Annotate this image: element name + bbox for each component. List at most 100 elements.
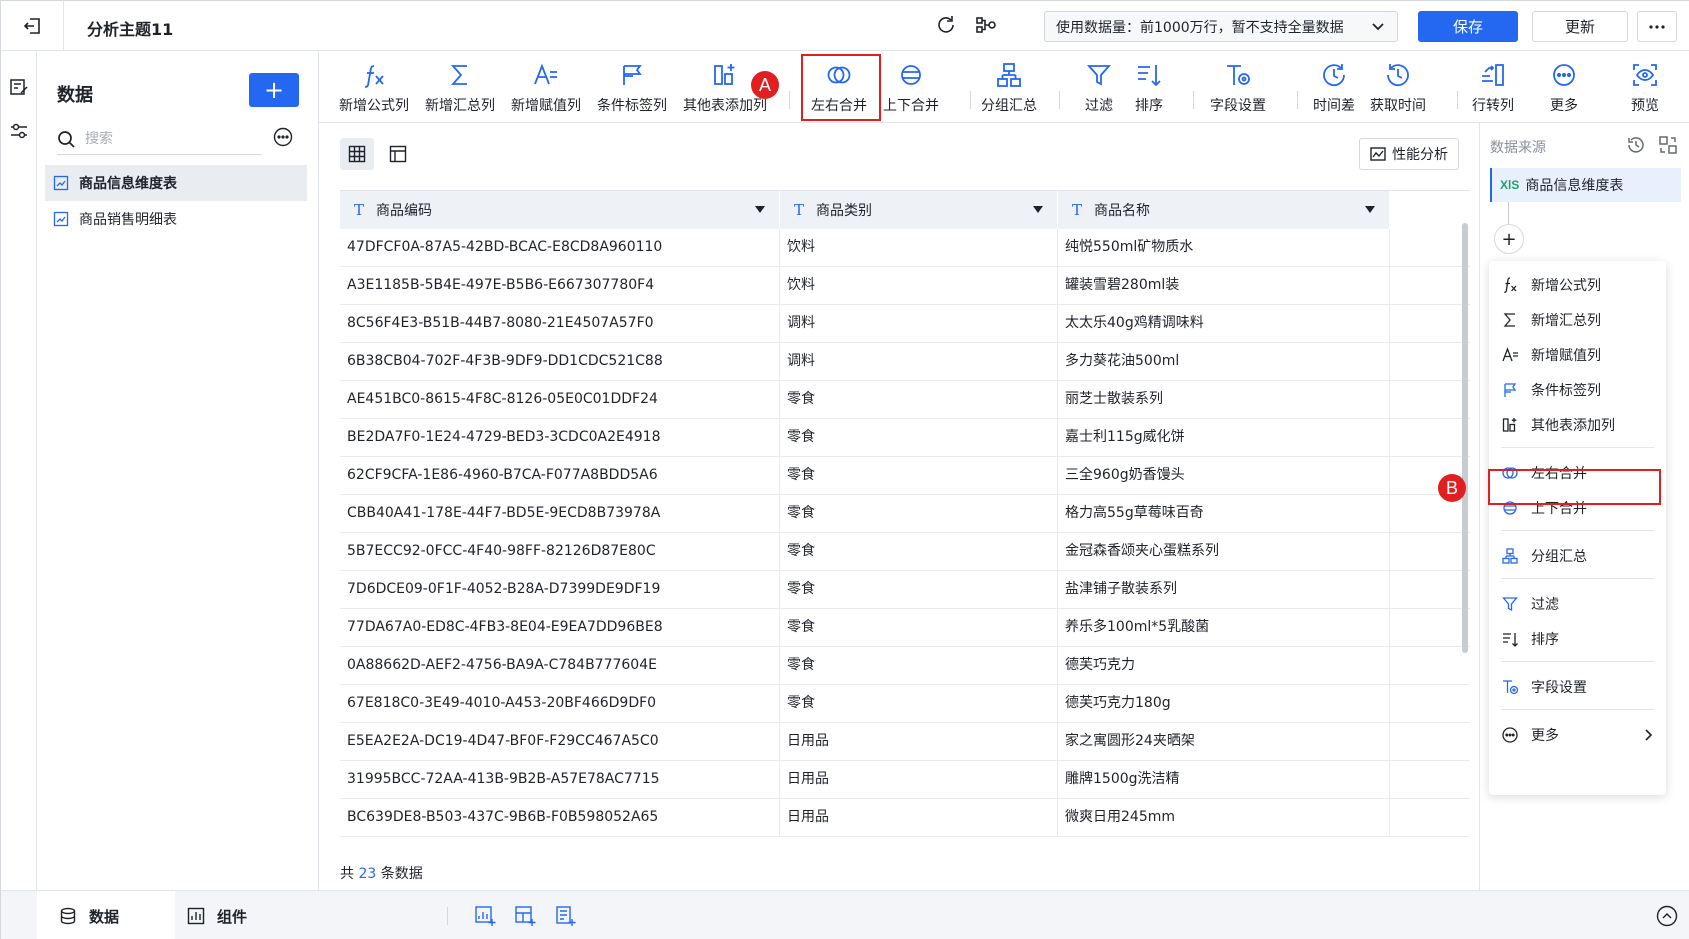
toolbar-time-diff[interactable]: 时间差 [1313, 61, 1355, 119]
collapse-up-icon[interactable] [1656, 905, 1678, 927]
menu-item-add-formula-column[interactable]: 新增公式列 [1489, 267, 1666, 303]
exit-icon[interactable] [19, 13, 45, 39]
toolbar-add-assign-column[interactable]: 新增赋值列 [511, 61, 581, 119]
app-window: 分析主题11 使用数据量：前1000万行，暂不支持全量数据 保存 更新 数据 + [0, 0, 1689, 939]
sort-icon [1503, 633, 1518, 647]
table-cell: 日用品 [780, 799, 1058, 836]
menu-item-label: 更多 [1531, 728, 1559, 744]
table-cell: 62CF9CFA-1E86-4960-B7CA-F077A8BDD5A6 [340, 457, 780, 494]
toolbar-filter[interactable]: 过滤 [1085, 61, 1113, 119]
menu-item-group-summary[interactable]: 分组汇总 [1489, 538, 1666, 574]
column-header[interactable]: T 商品类别 [780, 191, 1058, 229]
menu-item-more[interactable]: 更多 [1489, 717, 1666, 753]
table-item-label: 商品销售明细表 [79, 212, 177, 228]
table-cell: 盐津铺子散装系列 [1058, 571, 1390, 608]
more-circle-icon[interactable] [273, 127, 293, 151]
caret-down-icon[interactable] [1365, 206, 1375, 213]
caret-down-icon[interactable] [755, 206, 765, 213]
toolbar-sort[interactable]: 排序 [1135, 61, 1163, 119]
update-button[interactable]: 更新 [1532, 11, 1628, 42]
toolbar-up-down-merge[interactable]: 上下合并 [883, 61, 939, 119]
tab-components[interactable]: 组件 [187, 891, 327, 939]
more-options-button[interactable] [1637, 11, 1677, 42]
caret-down-icon[interactable] [1033, 206, 1043, 213]
table-row: CBB40A41-178E-44F7-BD5E-9ECD8B73978A 零食 格力… [340, 495, 1470, 533]
text-type-icon: T [794, 201, 805, 219]
table-cell: E5EA2E2A-DC19-4D47-BF0F-F29CC467A5C0 [340, 723, 780, 760]
toolbar-add-formula-column[interactable]: 新增公式列 [339, 61, 409, 119]
table-cell: 零食 [780, 647, 1058, 684]
grid-view-button[interactable] [340, 138, 374, 170]
save-button[interactable]: 保存 [1418, 11, 1518, 42]
column-header[interactable]: T 商品名称 [1058, 191, 1390, 229]
settings-sliders-icon[interactable] [9, 121, 29, 141]
column-header[interactable]: T 商品编码 [340, 191, 780, 229]
add-step-button[interactable]: + [1494, 224, 1524, 254]
vertical-scrollbar[interactable] [1462, 223, 1468, 653]
add-data-button[interactable]: + [249, 73, 299, 107]
table-item-product-info[interactable]: 商品信息维度表 [45, 165, 307, 201]
toolbar-get-time[interactable]: 获取时间 [1370, 61, 1426, 119]
group-summary-icon [997, 63, 1021, 87]
add-dashboard-icon[interactable] [514, 905, 536, 927]
table-chart-icon [53, 211, 69, 227]
menu-item-condition-tag-column[interactable]: 条件标签列 [1489, 372, 1666, 408]
formula-icon [1504, 277, 1517, 293]
tool-label: 排序 [1135, 98, 1163, 114]
table-cell: 饮料 [780, 229, 1058, 266]
toolbar-field-settings[interactable]: 字段设置 [1210, 61, 1266, 119]
table-cell: 零食 [780, 419, 1058, 456]
top-bar: 分析主题11 使用数据量：前1000万行，暂不支持全量数据 保存 更新 [1, 1, 1689, 51]
lineage-icon[interactable] [975, 14, 997, 40]
toolbar-group-summary[interactable]: 分组汇总 [981, 61, 1037, 119]
replace-source-icon[interactable] [1658, 135, 1678, 159]
table-cell: 金冠森香颂夹心蛋糕系列 [1058, 533, 1390, 570]
table-cell: 调料 [780, 343, 1058, 380]
condition-tag-icon [1504, 383, 1517, 397]
menu-item-field-settings[interactable]: 字段设置 [1489, 669, 1666, 705]
data-source-item[interactable]: XlS 商品信息维度表 [1490, 168, 1681, 202]
divider [63, 1, 64, 51]
table-cell: 0A88662D-AEF2-4756-BA9A-C784B777604E [340, 647, 780, 684]
menu-item-label: 排序 [1531, 632, 1559, 648]
menu-item-add-summary-column[interactable]: 新增汇总列 [1489, 302, 1666, 338]
menu-item-other-table-add-column[interactable]: 其他表添加列 [1489, 407, 1666, 443]
menu-item-filter[interactable]: 过滤 [1489, 586, 1666, 622]
toolbar-preview[interactable]: 预览 [1631, 61, 1659, 119]
add-chart-icon[interactable] [474, 905, 496, 927]
toolbar-row-to-column[interactable]: 行转列 [1472, 61, 1514, 119]
refresh-icon[interactable] [935, 14, 957, 40]
data-source-title: 数据来源 [1490, 140, 1546, 156]
menu-item-sort[interactable]: 排序 [1489, 621, 1666, 657]
toolbar-more[interactable]: 更多 [1550, 61, 1578, 119]
tool-label: 时间差 [1313, 98, 1355, 114]
toolbar-condition-tag-column[interactable]: 条件标签列 [597, 61, 667, 119]
add-report-icon[interactable] [554, 905, 576, 927]
menu-item-label: 条件标签列 [1531, 383, 1601, 399]
search-input[interactable] [85, 130, 245, 147]
data-preview-area: 性能分析 T 商品编码 T 商品类别 T 商品名称 47DFCF0A-87A5-… [319, 123, 1479, 890]
search-box [57, 123, 261, 155]
column-header-label: 商品名称 [1094, 203, 1151, 219]
left-rail [1, 51, 37, 890]
tool-label: 行转列 [1472, 98, 1514, 114]
data-table: T 商品编码 T 商品类别 T 商品名称 47DFCF0A-87A5-42BD-… [340, 190, 1470, 838]
table-item-sales-detail[interactable]: 商品销售明细表 [45, 201, 307, 237]
tab-data[interactable]: 数据 [37, 891, 175, 939]
preview-icon [1633, 64, 1657, 86]
sigma-icon [450, 65, 467, 85]
history-icon[interactable] [1626, 135, 1646, 159]
menu-item-add-assign-column[interactable]: 新增赋值列 [1489, 337, 1666, 373]
pivot-view-button[interactable] [381, 138, 415, 170]
table-cell: 67E818C0-3E49-4010-A453-20BF466D9DF0 [340, 685, 780, 722]
assign-icon [534, 63, 557, 85]
toolbar-add-summary-column[interactable]: 新增汇总列 [425, 61, 495, 119]
performance-analysis-button[interactable]: 性能分析 [1359, 138, 1459, 170]
table-cell: 丽芝士散装系列 [1058, 381, 1390, 418]
group-summary-icon [1502, 548, 1518, 564]
table-row: 5B7ECC92-0FCC-4F40-98FF-82126D87E80C 零食 金冠… [340, 533, 1470, 571]
menu-item-label: 字段设置 [1531, 680, 1587, 696]
data-usage-select[interactable]: 使用数据量：前1000万行，暂不支持全量数据 [1044, 11, 1398, 42]
data-edit-icon[interactable] [9, 77, 29, 97]
data-source-label: 商品信息维度表 [1525, 178, 1624, 194]
